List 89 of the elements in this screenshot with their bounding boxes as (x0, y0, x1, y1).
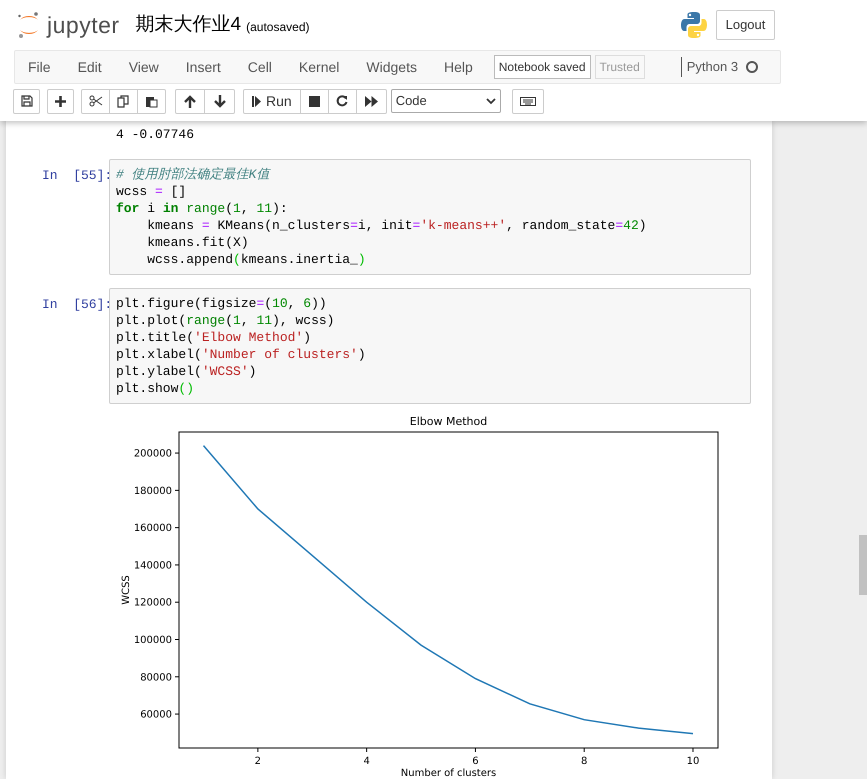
copy-icon (117, 94, 130, 108)
y-tick: 180000 (134, 486, 180, 497)
cell-prompt: In [56]: (41, 296, 109, 313)
y-tick-label: 140000 (134, 560, 172, 572)
python-logo-icon (680, 11, 708, 39)
x-tick: 10 (686, 748, 700, 767)
code-line: wcss.append(kmeans.inertia_) (146, 251, 366, 268)
notebook-status: Notebook saved (494, 55, 590, 79)
plus-icon (55, 96, 66, 106)
y-axis-label: WCSS (121, 575, 132, 605)
chart-title: Elbow Method (410, 415, 488, 428)
code-line: wcss = [] (116, 183, 186, 200)
code-line: plt.ylabel('WCSS') (116, 363, 256, 380)
menu-item[interactable]: Cell (248, 56, 272, 78)
x-tick: 4 (363, 748, 370, 767)
cell-type-select[interactable]: Code (390, 89, 501, 113)
code-line: # 使用肘部法确定最佳K值 (116, 166, 270, 183)
step-icon (252, 96, 261, 106)
logo-icon (17, 11, 41, 39)
code-line: plt.xlabel('Number of clusters') (116, 346, 366, 363)
y-tick-label: 60000 (140, 710, 172, 721)
logout-button[interactable]: Logout (716, 10, 775, 40)
code-line: kmeans.fit(X) (146, 234, 249, 251)
y-tick: 120000 (134, 598, 180, 609)
fast-forward-icon (364, 96, 378, 106)
menu-item[interactable]: Edit (78, 56, 102, 78)
code-line: plt.figure(figsize=(10, 6)) (116, 295, 327, 312)
y-tick: 140000 (134, 560, 180, 572)
y-tick-label: 80000 (140, 672, 172, 684)
x-tick-label: 2 (254, 756, 262, 767)
save-button[interactable] (13, 88, 40, 114)
x-axis-label: Number of clusters (400, 768, 496, 779)
x-tick-label: 4 (363, 756, 370, 767)
menu-item[interactable]: Kernel (298, 56, 340, 78)
kernel-name[interactable]: Python 3 (686, 57, 738, 77)
restart-button[interactable] (328, 88, 357, 114)
keyboard-button[interactable] (512, 88, 544, 114)
x-tick-label: 8 (581, 756, 588, 767)
fast-forward-button[interactable] (356, 88, 387, 114)
y-tick-label: 180000 (134, 486, 172, 497)
y-tick-label: 100000 (134, 634, 172, 646)
x-tick-label: 6 (472, 756, 479, 767)
code-line: plt.plot(range(1, 11), wcss) (116, 312, 334, 329)
code-input[interactable]: plt.figure(figsize=(10, 6)) plt.plot(range(1, 11), wcss) plt.title('Elbow Method') plt.xlabel('Number of clusters') plt.ylabel('WCSS') plt.show() (109, 288, 751, 404)
code-input[interactable]: # 使用肘部法确定最佳K值 wcss = [] for i in range(1, 11): kmeans = KMeans(n_clusters=i, init='k-means++', random_state=42) kmeans.fit(X) wcss.append(kmeans.inertia_) (109, 159, 751, 275)
chevron-down-icon (486, 98, 496, 104)
y-tick: 100000 (134, 635, 180, 646)
move-up-button[interactable] (175, 88, 205, 114)
x-tick: 6 (472, 748, 479, 767)
restart-icon (336, 95, 348, 107)
scrollbar-thumb[interactable] (859, 535, 867, 595)
stop-icon (308, 96, 320, 106)
y-tick-label: 200000 (134, 448, 172, 460)
scissors-icon (88, 95, 102, 107)
y-tick: 80000 (140, 672, 180, 684)
y-tick: 160000 (134, 523, 180, 534)
clipboard-icon (145, 94, 158, 108)
menu-item[interactable]: Insert (186, 56, 221, 78)
cut-button[interactable] (81, 88, 110, 114)
code-line: plt.show() (116, 380, 194, 397)
code-line: for i in range(1, 11): (116, 200, 288, 217)
menu-item[interactable]: File (28, 56, 51, 78)
menu-item[interactable]: Widgets (366, 56, 417, 78)
y-tick-label: 160000 (134, 523, 172, 534)
y-tick: 60000 (140, 710, 180, 721)
y-tick-label: 120000 (134, 598, 172, 609)
copy-button[interactable] (110, 88, 138, 114)
menu-item[interactable]: View (128, 56, 159, 78)
logo-text[interactable]: jupyter (47, 8, 120, 42)
save-status: (autosaved) (246, 18, 310, 36)
y-tick: 200000 (134, 448, 180, 460)
add-cell-button[interactable] (47, 88, 74, 114)
save-icon (20, 95, 32, 107)
output-line: 4 -0.07746 (116, 126, 194, 143)
down-arrow-icon (214, 94, 226, 108)
code-line: kmeans = KMeans(n_clusters=i, init='k-means++', random_state=42) (146, 217, 647, 234)
x-tick-label: 10 (686, 756, 700, 767)
x-tick: 8 (581, 748, 588, 767)
code-line: plt.title('Elbow Method') (116, 329, 312, 346)
paste-button[interactable] (138, 88, 166, 114)
cell-prompt: In [55]: (41, 167, 109, 184)
menu-item[interactable]: Help (444, 56, 473, 78)
run-button[interactable]: Run (243, 88, 301, 114)
stop-button[interactable] (300, 88, 329, 114)
x-tick: 2 (254, 748, 262, 767)
notebook-title[interactable]: 期末大作业4 (136, 10, 242, 40)
up-arrow-icon (184, 94, 196, 108)
keyboard-icon (520, 96, 536, 106)
move-down-button[interactable] (205, 88, 235, 114)
